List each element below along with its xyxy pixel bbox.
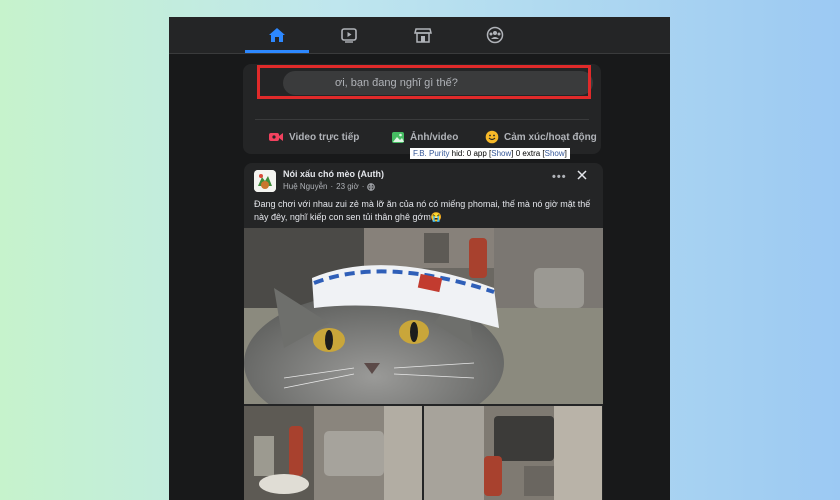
post-author[interactable]: Huệ Nguyễn	[283, 182, 327, 191]
composer-divider	[255, 119, 589, 120]
show-hidden-apps-link[interactable]: Show	[491, 149, 511, 158]
fb-purity-brand[interactable]: F.B. Purity	[413, 149, 449, 158]
live-video-button[interactable]: Video trực tiếp	[268, 127, 359, 147]
fb-purity-end: ]	[564, 149, 567, 158]
live-video-label: Video trực tiếp	[289, 131, 360, 143]
public-globe-icon	[367, 182, 376, 191]
post-photo-main[interactable]	[244, 228, 603, 404]
tab-marketplace[interactable]	[391, 17, 455, 53]
thumb-photo-1	[244, 406, 422, 500]
marketplace-icon	[414, 28, 432, 43]
photo-video-button[interactable]: Ảnh/video	[391, 127, 458, 147]
fb-purity-extra-text: ] 0 extra [	[511, 149, 545, 158]
top-navigation-bar	[169, 17, 670, 54]
home-icon	[269, 28, 285, 42]
post-time[interactable]: 23 giờ	[336, 182, 359, 191]
feeling-activity-label: Cảm xúc/hoạt động	[504, 131, 597, 143]
tab-home[interactable]	[245, 17, 309, 53]
post-text: Đang chơi với nhau zui zẻ mà lỡ ăn của n…	[254, 199, 591, 222]
photo-video-label: Ảnh/video	[410, 131, 459, 143]
close-icon[interactable]	[576, 169, 588, 181]
feeling-activity-button[interactable]: Cảm xúc/hoạt động	[485, 127, 597, 147]
live-video-icon	[269, 133, 283, 141]
photo-video-icon	[392, 131, 404, 143]
tab-groups[interactable]	[463, 17, 527, 53]
show-hidden-extra-link[interactable]: Show	[545, 149, 565, 158]
post-photo-thumb-1[interactable]	[244, 406, 422, 500]
post-meta: Huệ Nguyễn · 23 giờ ·	[283, 182, 376, 191]
post-photo-thumb-2[interactable]	[424, 406, 602, 500]
feed-post: Nói xấu chó mèo (Auth) Huệ Nguyễn · 23 g…	[244, 163, 603, 500]
meta-separator: ·	[361, 182, 365, 191]
red-highlight-box	[257, 65, 591, 99]
watch-video-icon	[341, 28, 357, 43]
group-avatar[interactable]	[254, 170, 276, 192]
group-logo-icon	[254, 170, 276, 192]
facebook-app-window: ơi, bạn đang nghĩ gì thế? Video trực tiế…	[169, 17, 670, 500]
group-name[interactable]: Nói xấu chó mèo (Auth)	[283, 169, 384, 179]
groups-icon	[486, 26, 504, 44]
cat-photo	[244, 228, 603, 404]
fb-purity-hid-text: hid: 0 app [	[449, 149, 492, 158]
tab-watch[interactable]	[317, 17, 381, 53]
more-options-icon[interactable]: •••	[552, 171, 567, 183]
meta-separator: ·	[330, 182, 334, 191]
thumb-photo-2	[424, 406, 602, 500]
fb-purity-bar: F.B. Purity hid: 0 app [Show] 0 extra [S…	[410, 148, 570, 159]
feeling-emoji-icon	[485, 130, 499, 144]
